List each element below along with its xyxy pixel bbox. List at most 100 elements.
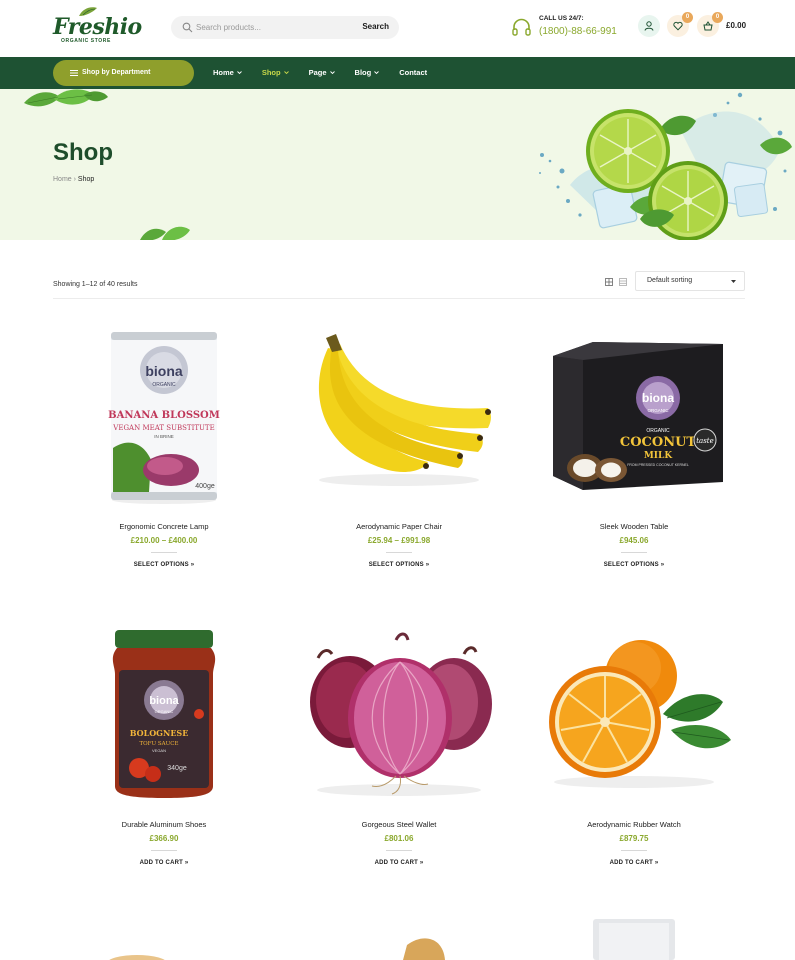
product-card: biona ORGANIC BANANA BLOSSOM VEGAN MEAT …: [53, 320, 275, 590]
nav-item-page[interactable]: Page: [309, 68, 335, 77]
lime-splash-image: [539, 92, 792, 240]
contact-phone[interactable]: (1800)-88-66-991: [539, 26, 617, 37]
pack-title2-text: MILK: [644, 451, 674, 461]
product-card: Aerodynamic Paper Chair £25.94 – £991.98…: [288, 320, 510, 590]
pack-line1-text: ORGANIC: [646, 428, 670, 434]
product-card: biona ORGANIC BOLOGNESE TOFU SAUCE VEGAN…: [53, 618, 275, 888]
mint-leaf-decoration: [140, 226, 190, 240]
product-price: £25.94 – £991.98: [367, 536, 431, 545]
user-icon: [644, 21, 654, 31]
result-count: Showing 1–12 of 40 results: [53, 281, 138, 288]
nav-item-blog[interactable]: Blog: [355, 68, 380, 77]
breadcrumb-current: Shop: [77, 176, 95, 183]
account-button[interactable]: [638, 15, 660, 37]
product-divider: [621, 850, 647, 851]
site-header: Freshio ORGANIC STORE Search CALL US 24/…: [0, 0, 795, 57]
cart-button[interactable]: 0: [697, 12, 723, 37]
product-price: £366.90: [149, 834, 179, 843]
sort-selected-value: Default sorting: [647, 277, 693, 284]
product-name[interactable]: Aerodynamic Rubber Watch: [523, 820, 745, 829]
jar-weight-text: 340ge: [167, 765, 187, 772]
nav-item-contact[interactable]: Contact: [399, 68, 427, 77]
nav-item-label: Blog: [354, 68, 372, 77]
grid-view-icon[interactable]: [605, 278, 613, 286]
jar-brand-text: biona: [149, 695, 179, 707]
page-title: Shop: [53, 139, 113, 166]
product-image[interactable]: [523, 618, 745, 806]
mint-leaves-decoration: [24, 89, 108, 107]
jar-sub3-text: VEGAN: [152, 748, 166, 753]
search-button[interactable]: Search: [362, 22, 389, 31]
product-divider: [151, 552, 177, 553]
product-image[interactable]: [288, 618, 510, 806]
product-image[interactable]: [288, 320, 510, 508]
select-options-button[interactable]: SELECT OPTIONS »: [288, 562, 510, 568]
toolbar-divider: [53, 298, 745, 299]
product-image[interactable]: biona ORGANIC BANANA BLOSSOM VEGAN MEAT …: [53, 320, 275, 508]
pack-brand-text: biona: [642, 391, 674, 405]
breadcrumb-home[interactable]: Home: [53, 176, 72, 183]
headphones-icon: [512, 18, 531, 36]
cart-count-badge: 0: [712, 12, 723, 23]
product-divider: [621, 552, 647, 553]
list-view-icon[interactable]: [619, 278, 627, 286]
basket-icon: [703, 21, 713, 31]
product-price: £210.00 – £400.00: [130, 536, 198, 545]
cart-total[interactable]: £0.00: [726, 21, 746, 30]
pack-title-text: COCONUT: [620, 435, 697, 450]
pack-note-text: FROM PRESSED COCONUT KERNEL: [627, 463, 689, 467]
select-options-button[interactable]: SELECT OPTIONS »: [53, 562, 275, 568]
nav-item-shop[interactable]: Shop: [262, 68, 289, 77]
nav-item-label: Shop: [261, 68, 281, 77]
shop-by-department-button[interactable]: Shop by Department: [53, 60, 194, 86]
nav-item-label: Contact: [399, 68, 428, 77]
caret-down-icon: [731, 280, 736, 283]
add-to-cart-button[interactable]: ADD TO CART »: [288, 860, 510, 866]
product-name[interactable]: Gorgeous Steel Wallet: [288, 820, 510, 829]
product-image[interactable]: biona ORGANIC BOLOGNESE TOFU SAUCE VEGAN…: [53, 618, 275, 806]
department-label: Shop by Department: [82, 69, 151, 76]
can-sub2-text: VEGAN MEAT SUBSTITUTE: [112, 424, 214, 432]
search-input[interactable]: [196, 20, 346, 35]
chevron-down-icon: [283, 71, 289, 75]
product-name[interactable]: Ergonomic Concrete Lamp: [53, 522, 275, 531]
product-divider: [386, 850, 412, 851]
heart-icon: [673, 21, 683, 31]
product-price: £879.75: [619, 834, 649, 843]
brand-tagline: ORGANIC STORE: [61, 38, 111, 44]
main-navigation: Shop by Department Home Shop Page Blog C…: [0, 57, 795, 89]
chevron-down-icon: [237, 71, 242, 75]
product-card: biona ORGANIC ORGANIC COCONUT MILK FROM …: [523, 320, 745, 590]
contact-label: CALL US 24/7:: [539, 15, 584, 22]
product-name[interactable]: Sleek Wooden Table: [523, 522, 745, 531]
can-weight-text: 400ge: [195, 483, 215, 490]
product-name[interactable]: Durable Aluminum Shoes: [53, 820, 275, 829]
add-to-cart-button[interactable]: ADD TO CART »: [53, 860, 275, 866]
breadcrumb: Home › Shop: [53, 176, 94, 183]
nav-item-label: Home: [213, 68, 234, 77]
product-divider: [386, 552, 412, 553]
page-hero: Shop Home › Shop: [0, 89, 795, 240]
wishlist-button[interactable]: 0: [667, 12, 693, 37]
pack-sub-text: ORGANIC: [647, 408, 669, 413]
contact-block: CALL US 24/7: (1800)-88-66-991: [511, 15, 621, 43]
product-card: Gorgeous Steel Wallet £801.06 ADD TO CAR…: [288, 618, 510, 888]
add-to-cart-button[interactable]: ADD TO CART »: [523, 860, 745, 866]
pack-badge-text: taste: [696, 437, 714, 445]
product-card: Aerodynamic Rubber Watch £879.75 ADD TO …: [523, 618, 745, 888]
chevron-down-icon: [329, 71, 335, 75]
select-options-button[interactable]: SELECT OPTIONS »: [523, 562, 745, 568]
next-row-product-images: [109, 919, 675, 960]
chevron-down-icon: [374, 71, 380, 75]
can-brand-text: biona: [145, 363, 183, 379]
sort-select[interactable]: Default sorting: [635, 271, 745, 291]
nav-item-label: Page: [308, 68, 327, 77]
jar-title-text: BOLOGNESE: [130, 728, 189, 738]
product-image[interactable]: biona ORGANIC ORGANIC COCONUT MILK FROM …: [523, 320, 745, 508]
product-name[interactable]: Aerodynamic Paper Chair: [288, 522, 510, 531]
brand-name: Freshio: [53, 14, 142, 40]
nav-item-home[interactable]: Home: [213, 68, 242, 77]
brand-logo[interactable]: Freshio ORGANIC STORE: [53, 7, 142, 46]
product-price: £801.06: [384, 834, 414, 843]
menu-icon: [70, 70, 78, 76]
